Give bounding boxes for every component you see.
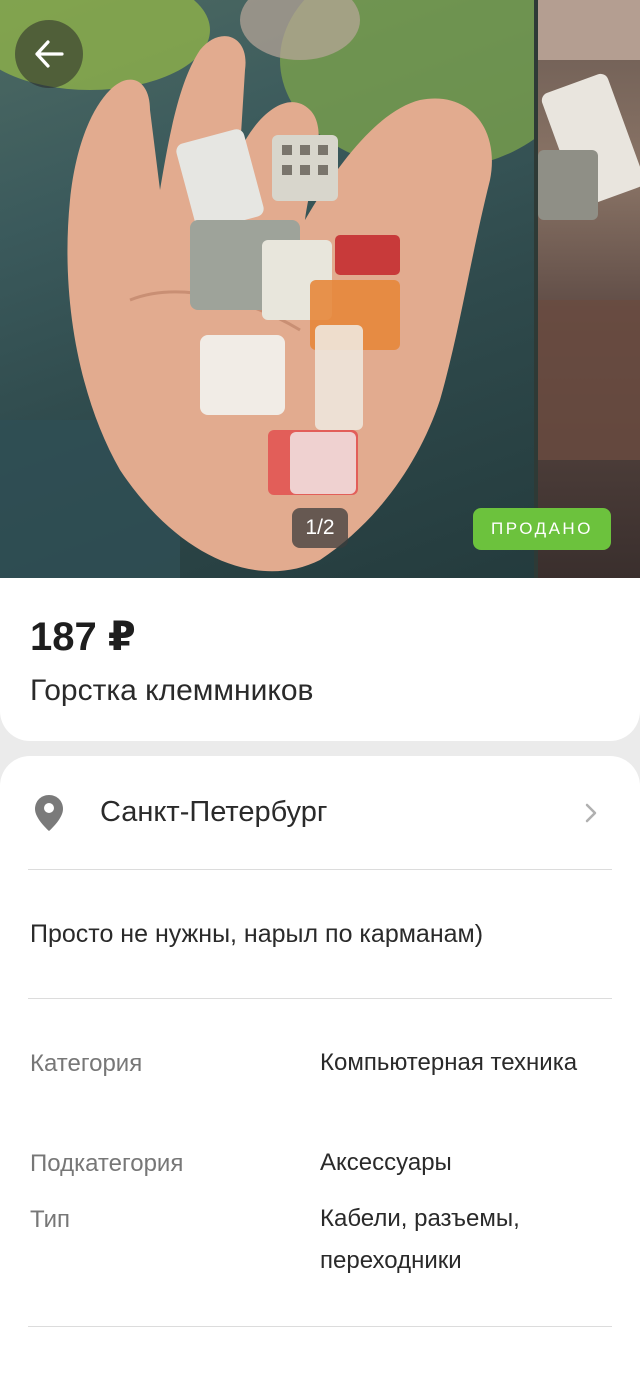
location-row[interactable]: Санкт-Петербург [0,756,640,868]
next-photo-preview[interactable] [538,0,640,578]
attribute-value-subcategory: Аксессуары [320,1149,452,1176]
divider [28,998,612,999]
back-button[interactable] [15,20,83,88]
price-card: 187 ₽ Горстка клеммников [0,578,640,741]
photo-counter: 1/2 [292,508,348,548]
location-city: Санкт-Петербург [100,796,328,828]
attribute-label-type: Тип [30,1206,71,1233]
attribute-label-category: Категория [30,1050,143,1077]
attribute-label-subcategory: Подкатегория [30,1150,184,1177]
listing-description: Просто не нужны, нарыл по карманам) [30,920,484,948]
divider [28,869,612,870]
divider [28,1326,612,1327]
location-pin-icon [35,795,63,831]
listing-title: Горстка клеммников [30,674,314,707]
listing-photo[interactable] [0,0,534,578]
sold-badge: ПРОДАНО [473,508,611,550]
arrow-left-icon [35,40,64,68]
photo-hand-with-connectors [0,0,534,578]
photo-preview-connectors [538,0,640,460]
details-card: Санкт-Петербург Просто не нужны, нарыл п… [0,756,640,1376]
chevron-right-icon [585,803,597,823]
attribute-value-category: Компьютерная техника [320,1049,578,1076]
listing-price: 187 ₽ [30,615,136,659]
attribute-value-type: Кабели, разъемы, переходники [320,1205,520,1274]
photo-gallery[interactable]: 1/2 ПРОДАНО [0,0,640,578]
